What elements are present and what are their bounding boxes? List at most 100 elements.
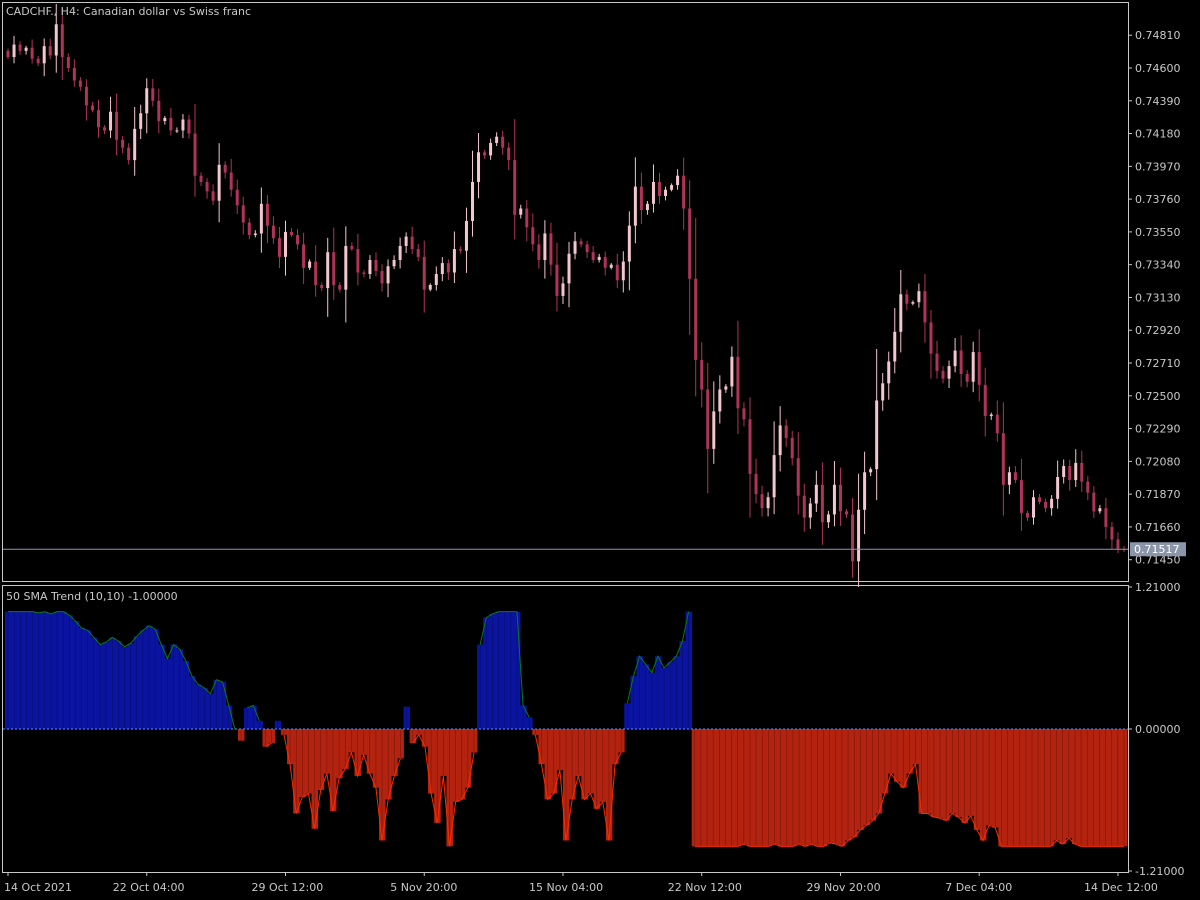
candle-body <box>633 186 637 226</box>
candle-body <box>151 88 155 101</box>
candle-body <box>1092 492 1096 512</box>
candle-body <box>875 400 879 470</box>
price-tick-label: 0.71870 <box>1135 488 1181 501</box>
candle-body <box>187 119 191 134</box>
candle-body <box>217 164 221 201</box>
candle-body <box>983 384 987 417</box>
candle-body <box>452 249 456 273</box>
candle-body <box>682 175 686 209</box>
candle-body <box>247 222 251 236</box>
time-tick-label: 7 Dec 04:00 <box>945 881 1012 894</box>
candle-body <box>253 233 257 236</box>
price-tick-label: 0.72080 <box>1135 455 1181 468</box>
candle-body <box>6 50 10 58</box>
candle-body <box>398 245 402 260</box>
price-tick-label: 0.74810 <box>1135 29 1181 42</box>
candle-body <box>416 249 420 257</box>
candle-body <box>814 484 818 504</box>
candle-body <box>838 484 842 512</box>
candle-body <box>12 44 16 58</box>
candle-body <box>591 252 595 260</box>
candle-body <box>651 181 655 204</box>
candle-body <box>1104 508 1108 527</box>
candle-body <box>923 291 927 323</box>
candle-body <box>857 509 861 562</box>
price-pane[interactable]: 0.74810 0.74600 0.74390 0.74180 0.73970 0.737… <box>2 2 1187 588</box>
candle-body <box>724 386 728 390</box>
candle-body <box>1110 526 1114 540</box>
time-tick-label: 22 Oct 04:00 <box>113 881 185 894</box>
price-tick-label: 0.73970 <box>1135 160 1181 173</box>
candle-body <box>145 88 149 114</box>
candle-body <box>495 136 499 143</box>
candle-body <box>175 130 179 132</box>
candle-body <box>392 260 396 267</box>
candle-body <box>109 111 113 131</box>
candle-body <box>211 191 215 201</box>
candle-body <box>784 425 788 438</box>
candle-body <box>893 331 897 362</box>
candle-body <box>615 264 619 281</box>
candle-body <box>422 256 426 290</box>
candle-body <box>748 419 752 474</box>
candle-body <box>531 227 535 245</box>
candle-body <box>1013 472 1017 481</box>
candle-body <box>639 186 643 211</box>
candle-body <box>320 284 324 289</box>
price-tick-label: 0.73550 <box>1135 226 1181 239</box>
candle-body <box>609 264 613 268</box>
candle-body <box>326 252 330 289</box>
candle-body <box>820 484 824 523</box>
candle-body <box>60 24 64 58</box>
candle-body <box>700 359 704 390</box>
candle-body <box>1019 480 1023 513</box>
candle-body <box>887 361 891 384</box>
candle-body <box>1062 466 1066 477</box>
candle-body <box>30 47 34 59</box>
price-tick-label: 0.73130 <box>1135 291 1181 304</box>
candle-body <box>603 256 607 268</box>
indicator-pane[interactable]: 1.21000 0.00000 -1.21000 50 SMA Trend (10,… <box>2 581 1185 878</box>
candle-body <box>290 231 294 236</box>
indicator-axis: 1.21000 0.00000 -1.21000 <box>1128 581 1184 878</box>
candle-body <box>501 136 505 148</box>
price-tick-label: 0.73760 <box>1135 193 1181 206</box>
candle-body <box>193 133 197 176</box>
candle-body <box>181 119 185 131</box>
candle-body <box>338 284 342 290</box>
price-tick-label: 0.72920 <box>1135 324 1181 337</box>
trading-chart[interactable]: 0.74810 0.74600 0.74390 0.74180 0.73970 0.737… <box>0 0 1200 900</box>
candle-body <box>971 352 975 382</box>
candle-body <box>579 241 583 245</box>
candle-body <box>1050 498 1054 509</box>
candle-body <box>223 164 227 173</box>
candle-body <box>302 244 306 268</box>
candle-body <box>446 263 450 273</box>
candle-body <box>458 249 462 251</box>
candle-body <box>48 46 52 56</box>
time-tick-label: 14 Dec 12:00 <box>1084 881 1158 894</box>
candle-body <box>489 142 493 156</box>
candle-body <box>1098 508 1102 512</box>
candle-body <box>959 350 963 374</box>
candle-body <box>567 253 571 284</box>
candle-body <box>802 495 806 518</box>
candle-body <box>332 252 336 285</box>
candle-body <box>826 514 830 523</box>
candle-body <box>78 80 82 87</box>
candle-body <box>597 256 601 260</box>
candle-body <box>754 473 758 495</box>
candle-body <box>374 260 378 271</box>
time-tick-label: 29 Nov 20:00 <box>806 881 880 894</box>
candle-body <box>169 117 173 131</box>
candle-body <box>766 497 770 509</box>
price-pane-frame <box>2 2 1129 582</box>
candle-body <box>1074 462 1078 481</box>
candle-body <box>18 44 22 51</box>
candle-body <box>163 117 167 122</box>
candle-body <box>1068 466 1072 481</box>
candle-body <box>989 414 993 417</box>
candle-body <box>483 152 487 156</box>
candle-body <box>277 238 281 257</box>
candle-body <box>676 175 680 186</box>
